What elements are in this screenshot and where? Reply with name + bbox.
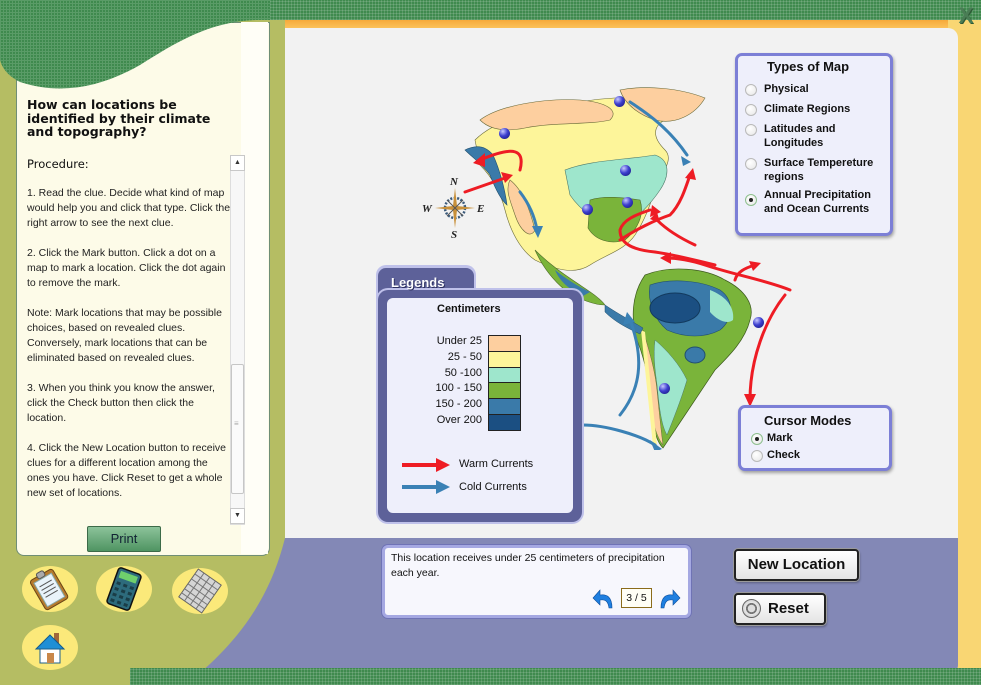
new-location-button[interactable]: New Location xyxy=(734,549,859,581)
legend-bin-label: 100 - 150 xyxy=(435,382,482,395)
reset-label: Reset xyxy=(768,600,809,617)
legend-bin-swatch xyxy=(488,335,521,352)
option-label: Physical xyxy=(764,83,809,95)
legend-bin-label: Over 200 xyxy=(436,414,482,426)
location-marker[interactable] xyxy=(620,165,631,176)
cold-current-arrow xyxy=(581,423,657,447)
legend-bin-swatch xyxy=(488,382,521,400)
table-tool-button[interactable] xyxy=(172,568,228,614)
option-label: Mark xyxy=(767,432,793,444)
clue-counter: 3 / 5 xyxy=(621,588,652,608)
option-label: Climate Regions xyxy=(764,103,851,115)
close-button[interactable]: X xyxy=(954,4,978,28)
cursor-mode-check[interactable]: Check xyxy=(751,449,851,463)
spreadsheet-icon xyxy=(178,568,222,614)
location-marker[interactable] xyxy=(622,197,633,208)
legend-current-arrows xyxy=(402,458,450,494)
bottom-decorative-band xyxy=(130,668,981,685)
cold-currents-label: Cold Currents xyxy=(459,481,527,493)
option-label: Latitudes and Longitudes xyxy=(764,123,836,149)
procedure-heading: Procedure: xyxy=(27,157,89,171)
map-type-option-physical[interactable]: Physical xyxy=(745,83,885,97)
compass-north-label: N xyxy=(449,176,459,188)
radio-button[interactable] xyxy=(751,450,763,462)
legend-title: Legends xyxy=(391,275,445,290)
procedure-step: 2. Click the Mark button. Click a dot on… xyxy=(27,247,226,289)
previous-clue-arrow-icon[interactable] xyxy=(592,587,616,609)
warm-currents-label: Warm Currents xyxy=(459,458,534,470)
next-clue-arrow-icon[interactable] xyxy=(657,587,681,609)
option-label: Surface Tempereture regions xyxy=(764,157,874,183)
south-america xyxy=(632,268,752,449)
radio-button[interactable] xyxy=(745,84,757,96)
procedure-step: 1. Read the clue. Decide what kind of ma… xyxy=(27,187,231,229)
map-type-title: Types of Map xyxy=(767,59,850,74)
scroll-up-arrow-icon[interactable]: ▲ xyxy=(230,155,245,171)
scroll-down-arrow-icon[interactable]: ▼ xyxy=(230,508,245,524)
home-button[interactable] xyxy=(22,625,78,670)
cold-current-arrow-icon xyxy=(402,480,450,494)
radio-button[interactable] xyxy=(745,158,757,170)
cursor-mode-mark[interactable]: Mark xyxy=(751,432,851,446)
map-type-option-precipitation-currents[interactable]: Annual Precipitation and Ocean Currents xyxy=(745,189,885,217)
radio-button[interactable] xyxy=(745,104,757,116)
legend-bin-label: 50 -100 xyxy=(444,366,482,379)
warm-current-arrow-icon xyxy=(402,458,450,472)
compass-east-label: E xyxy=(476,203,484,215)
map-type-option-surface-temperature[interactable]: Surface Tempereture regions xyxy=(745,157,885,185)
calculator-icon xyxy=(106,567,142,611)
location-marker[interactable] xyxy=(499,128,510,139)
print-button[interactable]: Print xyxy=(87,526,161,552)
legend-bin-swatch xyxy=(488,350,521,368)
option-label: Check xyxy=(767,449,801,461)
home-icon xyxy=(34,633,66,664)
procedure-note: Note: Mark locations that may be possibl… xyxy=(27,307,222,364)
map-type-option-climate-regions[interactable]: Climate Regions xyxy=(745,103,885,117)
location-marker[interactable] xyxy=(582,204,593,215)
reset-button[interactable]: Reset xyxy=(734,593,826,625)
cold-current-arrow xyxy=(618,318,641,417)
map-type-option-latitudes-longitudes[interactable]: Latitudes and Longitudes xyxy=(745,123,885,151)
procedure-step: 3. When you think you know the answer, c… xyxy=(27,382,215,424)
clue-text: This location receives under 25 centimet… xyxy=(391,552,665,579)
compass-west-label: W xyxy=(422,203,433,215)
location-marker[interactable] xyxy=(753,317,764,328)
warm-current-arrow xyxy=(748,293,787,402)
legend-bin-swatch xyxy=(488,366,521,384)
legend-unit: Centimeters xyxy=(437,303,501,315)
panel-header-wave xyxy=(0,0,270,89)
radio-button[interactable] xyxy=(745,124,757,136)
compass-rose-icon xyxy=(435,188,475,228)
lesson-question: How can locations be identified by their… xyxy=(27,97,211,139)
notes-tool-button[interactable] xyxy=(22,566,78,612)
location-marker[interactable] xyxy=(659,383,670,394)
panel-margin xyxy=(241,22,268,554)
radio-button-selected[interactable] xyxy=(745,194,757,206)
radio-button-selected[interactable] xyxy=(751,433,763,445)
grip-icon: ≡ xyxy=(234,419,239,428)
legend-bin-swatch xyxy=(488,414,521,431)
clipboard-icon xyxy=(29,568,69,611)
option-label: Annual Precipitation and Ocean Currents xyxy=(764,189,871,215)
legend-bin-label: 25 - 50 xyxy=(447,350,482,363)
compass-south-label: S xyxy=(451,229,457,241)
calculator-tool-button[interactable] xyxy=(96,566,152,612)
legend-bin-label: Under 25 xyxy=(436,335,482,347)
power-icon xyxy=(742,599,761,618)
legend-bin-label: 150 - 200 xyxy=(435,398,482,411)
scrollbar-thumb[interactable] xyxy=(231,364,244,494)
legend-bin-swatch xyxy=(488,398,521,416)
cursor-mode-title: Cursor Modes xyxy=(764,413,852,428)
procedure-step: 4. Click the New Location button to rece… xyxy=(27,442,227,499)
location-marker[interactable] xyxy=(614,96,625,107)
warm-current-arrow xyxy=(655,218,697,247)
